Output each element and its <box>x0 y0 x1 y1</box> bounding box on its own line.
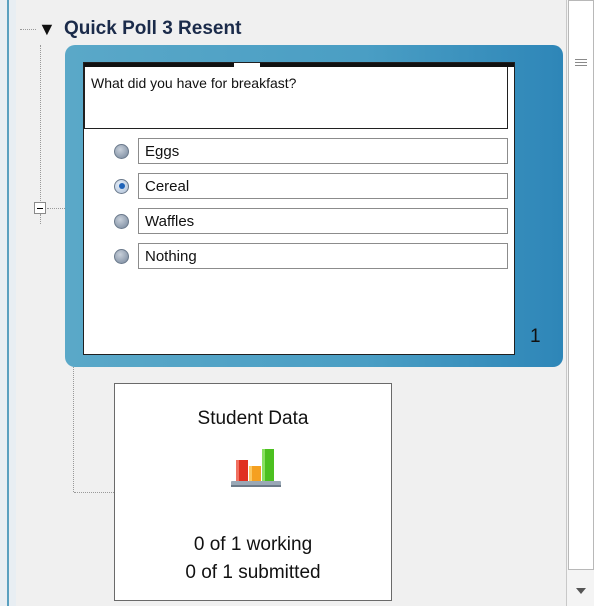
option-eggs[interactable]: Eggs <box>114 137 508 165</box>
tree-connector <box>20 29 36 30</box>
option-cereal[interactable]: Cereal <box>114 172 508 200</box>
radio-icon[interactable] <box>114 213 129 229</box>
bar-chart-icon <box>231 449 281 487</box>
radio-checked-icon[interactable] <box>114 178 129 194</box>
option-label: Waffles <box>138 208 508 234</box>
tree-connector <box>73 367 74 492</box>
tree-connector <box>74 492 114 493</box>
submitted-count: 0 of 1 submitted <box>185 562 321 583</box>
collapse-icon[interactable] <box>34 202 46 214</box>
question-text: What did you have for breakfast? <box>84 67 508 129</box>
option-label: Nothing <box>138 243 508 269</box>
vertical-scrollbar[interactable] <box>566 0 594 606</box>
left-edge-bar <box>0 0 16 606</box>
option-waffles[interactable]: Waffles <box>114 207 508 235</box>
student-data-title: Student Data <box>197 408 309 429</box>
poll-page: What did you have for breakfast? Eggs Ce… <box>83 62 515 355</box>
chevron-down-icon <box>576 588 586 594</box>
radio-icon[interactable] <box>114 143 129 159</box>
poll-title: Quick Poll 3 Resent <box>64 18 242 39</box>
tree-connector <box>40 45 41 203</box>
grip-icon <box>575 59 587 68</box>
option-label: Eggs <box>138 138 508 164</box>
scroll-down-button[interactable] <box>568 580 594 604</box>
expand-triangle-icon[interactable]: ▼ <box>38 19 64 40</box>
working-count: 0 of 1 working <box>193 534 313 555</box>
poll-node-header[interactable]: ▼ Quick Poll 3 Resent <box>38 15 241 43</box>
option-nothing[interactable]: Nothing <box>114 242 508 270</box>
student-data-card[interactable]: Student Data 0 of 1 working 0 of 1 submi… <box>114 383 392 601</box>
page-number: 1 <box>530 326 541 347</box>
radio-icon[interactable] <box>114 248 129 264</box>
tree-connector <box>47 208 65 209</box>
tree-connector <box>40 214 41 224</box>
content-panel: ▼ Quick Poll 3 Resent What did you have … <box>0 0 566 606</box>
scroll-thumb[interactable] <box>568 0 594 570</box>
option-label: Cereal <box>138 173 508 199</box>
